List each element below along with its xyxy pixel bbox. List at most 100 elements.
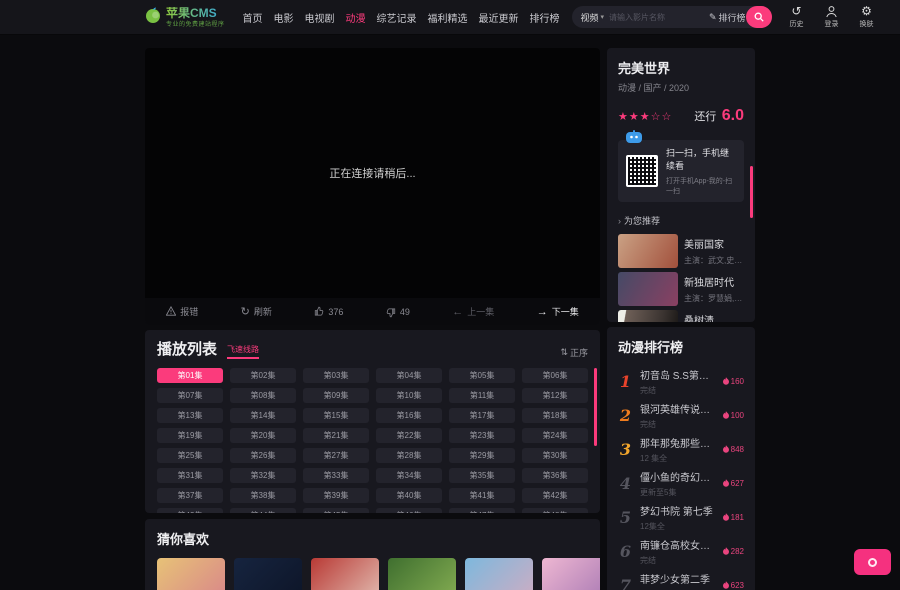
episode-button[interactable]: 第04集 xyxy=(376,368,442,383)
rank-hot-count: 627 xyxy=(723,479,744,488)
ranking-item[interactable]: 5 梦幻书院 第七季 12集全 181 xyxy=(618,500,744,534)
poster-thumbnail[interactable] xyxy=(234,558,302,590)
history-button[interactable]: ↺ 历史 xyxy=(786,5,808,29)
episode-button[interactable]: 第09集 xyxy=(303,388,369,403)
poster-thumbnail[interactable] xyxy=(542,558,600,590)
episode-button[interactable]: 第34集 xyxy=(376,468,442,483)
poster-thumbnail[interactable] xyxy=(388,558,456,590)
search-input[interactable] xyxy=(604,13,709,22)
search-rank-link[interactable]: ✎ 排行榜 xyxy=(709,11,746,24)
episode-button[interactable]: 第21集 xyxy=(303,428,369,443)
report-error-button[interactable]: 报错 xyxy=(166,305,198,318)
episode-button[interactable]: 第45集 xyxy=(303,508,369,513)
episode-button[interactable]: 第07集 xyxy=(157,388,223,403)
thumbs-up-icon xyxy=(314,306,324,318)
recommend-item[interactable]: 美丽国家 主演：武文,史泰西,安丽特... xyxy=(618,234,744,268)
refresh-button[interactable]: ↻ 刷新 xyxy=(241,305,272,318)
episode-button[interactable]: 第36集 xyxy=(522,468,588,483)
episode-button[interactable]: 第11集 xyxy=(449,388,515,403)
site-logo[interactable]: 苹果CMS 专业的免费建站程序 xyxy=(144,6,225,29)
episode-button[interactable]: 第42集 xyxy=(522,488,588,503)
episode-button[interactable]: 第20集 xyxy=(230,428,296,443)
nav-item[interactable]: 首页 xyxy=(243,10,263,25)
prev-episode-button[interactable]: ← 上一集 xyxy=(452,305,494,318)
search-button[interactable] xyxy=(746,6,772,28)
episode-button[interactable]: 第06集 xyxy=(522,368,588,383)
ranking-item[interactable]: 4 僵小鱼的奇幻小森林 更新至5集 627 xyxy=(618,466,744,500)
episode-button[interactable]: 第44集 xyxy=(230,508,296,513)
chevron-right-icon[interactable]: › xyxy=(618,216,621,226)
episode-button[interactable]: 第30集 xyxy=(522,448,588,463)
episode-button[interactable]: 第03集 xyxy=(303,368,369,383)
episode-button[interactable]: 第17集 xyxy=(449,408,515,423)
episode-button[interactable]: 第01集 xyxy=(157,368,223,383)
episode-button[interactable]: 第23集 xyxy=(449,428,515,443)
episode-button[interactable]: 第29集 xyxy=(449,448,515,463)
recommend-item[interactable]: 新独居时代 主演：罗慧娟,黄子华,戴蓝偀... xyxy=(618,272,744,306)
episode-button[interactable]: 第37集 xyxy=(157,488,223,503)
episode-button[interactable]: 第05集 xyxy=(449,368,515,383)
next-episode-button[interactable]: → 下一集 xyxy=(537,305,579,318)
episode-button[interactable]: 第27集 xyxy=(303,448,369,463)
recommend-item[interactable]: 桑树渍 主演：TriciaJoHoffman,Ba... xyxy=(618,310,744,322)
rank-item-title: 那年那兔那些事 第二... xyxy=(640,435,716,450)
ranking-item[interactable]: 7 菲梦少女第二季 完结 623 xyxy=(618,568,744,590)
ranking-item[interactable]: 2 银河英雄传说：全新... 完结 100 xyxy=(618,398,744,432)
episode-button[interactable]: 第24集 xyxy=(522,428,588,443)
episode-button[interactable]: 第43集 xyxy=(157,508,223,513)
episode-button[interactable]: 第40集 xyxy=(376,488,442,503)
poster-thumbnail[interactable] xyxy=(157,558,225,590)
nav-item[interactable]: 电影 xyxy=(274,10,294,25)
nav-item[interactable]: 排行榜 xyxy=(530,10,560,25)
episode-button[interactable]: 第31集 xyxy=(157,468,223,483)
like-button[interactable]: 376 xyxy=(314,306,343,318)
episode-button[interactable]: 第46集 xyxy=(376,508,442,513)
episode-button[interactable]: 第48集 xyxy=(522,508,588,513)
poster-thumbnail[interactable] xyxy=(311,558,379,590)
episode-button[interactable]: 第33集 xyxy=(303,468,369,483)
episode-button[interactable]: 第08集 xyxy=(230,388,296,403)
dislike-button[interactable]: 49 xyxy=(386,306,410,318)
episode-button[interactable]: 第15集 xyxy=(303,408,369,423)
episode-button[interactable]: 第19集 xyxy=(157,428,223,443)
ranking-item[interactable]: 1 初音岛 S.S第一季 完结 160 xyxy=(618,364,744,398)
poster-thumbnail[interactable] xyxy=(465,558,533,590)
navbar: 苹果CMS 专业的免费建站程序 首页电影电视剧动漫综艺记录福利精选最近更新排行榜… xyxy=(0,0,900,35)
episode-button[interactable]: 第38集 xyxy=(230,488,296,503)
ranking-card: 动漫排行榜 1 初音岛 S.S第一季 完结 160 xyxy=(607,327,755,590)
recommend-scrollbar[interactable] xyxy=(750,166,753,218)
episode-button[interactable]: 第39集 xyxy=(303,488,369,503)
episode-button[interactable]: 第10集 xyxy=(376,388,442,403)
episode-button[interactable]: 第47集 xyxy=(449,508,515,513)
nav-item[interactable]: 最近更新 xyxy=(479,10,519,25)
episode-button[interactable]: 第41集 xyxy=(449,488,515,503)
episode-button[interactable]: 第26集 xyxy=(230,448,296,463)
episode-button[interactable]: 第12集 xyxy=(522,388,588,403)
ranking-item[interactable]: 3 那年那兔那些事 第二... 12 集全 848 xyxy=(618,432,744,466)
sort-order-button[interactable]: ⇅ 正序 xyxy=(560,346,588,359)
episode-button[interactable]: 第25集 xyxy=(157,448,223,463)
playlist-scrollbar[interactable] xyxy=(594,368,597,446)
episode-button[interactable]: 第14集 xyxy=(230,408,296,423)
theme-button[interactable]: ⚙ 换肤 xyxy=(856,5,878,29)
login-button[interactable]: 登录 xyxy=(821,5,843,29)
nav-item[interactable]: 综艺记录 xyxy=(377,10,417,25)
video-player[interactable]: 正在连接请稍后... xyxy=(145,48,600,298)
rank-item-status: 12集全 xyxy=(640,521,716,532)
episode-button[interactable]: 第32集 xyxy=(230,468,296,483)
episode-button[interactable]: 第18集 xyxy=(522,408,588,423)
chat-float-button[interactable] xyxy=(854,549,891,575)
episode-button[interactable]: 第22集 xyxy=(376,428,442,443)
playlist-source-tab[interactable]: 飞速线路 xyxy=(227,344,259,359)
episode-button[interactable]: 第28集 xyxy=(376,448,442,463)
nav-item[interactable]: 动漫 xyxy=(346,10,366,25)
nav-item[interactable]: 福利精选 xyxy=(428,10,468,25)
episode-button[interactable]: 第16集 xyxy=(376,408,442,423)
ranking-item[interactable]: 6 南镰仓高校女子自行... 完结 282 xyxy=(618,534,744,568)
episode-button[interactable]: 第02集 xyxy=(230,368,296,383)
search-type-dropdown[interactable]: 视频 ▾ xyxy=(581,11,605,24)
episode-button[interactable]: 第13集 xyxy=(157,408,223,423)
nav-item[interactable]: 电视剧 xyxy=(305,10,335,25)
like-count: 376 xyxy=(328,307,343,317)
episode-button[interactable]: 第35集 xyxy=(449,468,515,483)
